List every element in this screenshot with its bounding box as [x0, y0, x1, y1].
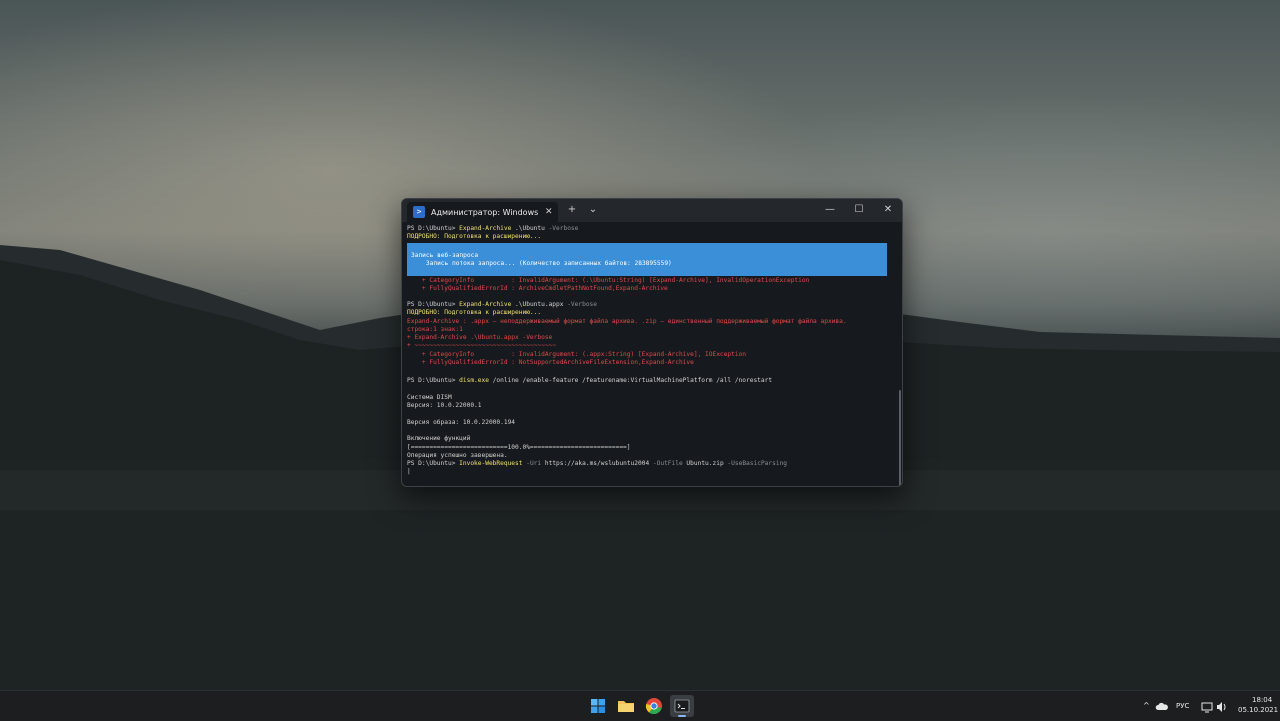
onedrive-icon[interactable] — [1155, 699, 1169, 713]
terminal-output[interactable]: PS D:\Ubuntu> Expand-Archive .\Ubuntu -V… — [402, 222, 902, 486]
clock-time[interactable]: 18:04 — [1252, 696, 1272, 704]
minimize-button[interactable]: — — [820, 199, 840, 222]
network-icon[interactable] — [1200, 699, 1214, 713]
terminal-line: + FullyQualifiedErrorId : ArchiveCmdletP… — [407, 285, 668, 292]
volume-icon[interactable] — [1215, 699, 1229, 713]
chrome-icon[interactable] — [644, 696, 664, 716]
tab-close-icon[interactable]: ✕ — [545, 207, 553, 217]
text-cursor: | — [407, 468, 411, 475]
new-tab-button[interactable]: + — [565, 199, 579, 222]
scrollbar[interactable] — [899, 390, 901, 486]
terminal-line: ПОДРОБНО: Подготовка к расширению... — [407, 233, 542, 240]
title-bar[interactable]: > Администратор: Windows Pow ✕ + ⌄ — ☐ ✕ — [402, 199, 902, 222]
terminal-line: PS D:\Ubuntu> dism.exe /online /enable-f… — [407, 377, 773, 384]
active-indicator — [678, 715, 686, 717]
terminal-app-icon[interactable] — [670, 695, 694, 717]
terminal-line: ПОДРОБНО: Подготовка к расширению... — [407, 309, 542, 316]
start-icon[interactable] — [588, 696, 608, 716]
progress-panel: Запись веб-запроса Запись потока запроса… — [407, 243, 887, 276]
powershell-icon: > — [413, 206, 425, 218]
terminal-line: + ~~~~~~~~~~~~~~~~~~~~~~~~~~~~~~~~~~~~~~ — [407, 342, 557, 349]
terminal-line: Версия: 10.0.22000.1 — [407, 402, 482, 409]
language-indicator[interactable]: РУС — [1176, 702, 1189, 710]
progress-status: Запись потока запроса... (Количество зап… — [411, 260, 672, 267]
powershell-window[interactable]: > Администратор: Windows Pow ✕ + ⌄ — ☐ ✕… — [401, 198, 903, 487]
terminal-line: Включение функций — [407, 435, 471, 442]
maximize-button[interactable]: ☐ — [849, 199, 869, 222]
tray-overflow-icon[interactable]: ^ — [1143, 701, 1150, 710]
taskbar: ^ РУС 18:04 05.10.2021 — [0, 690, 1280, 721]
file-explorer-icon[interactable] — [616, 696, 636, 716]
tab-powershell[interactable]: > Администратор: Windows Pow ✕ — [407, 202, 558, 222]
tab-dropdown-button[interactable]: ⌄ — [586, 199, 600, 222]
terminal-line: Версия образа: 10.0.22000.194 — [407, 419, 516, 426]
close-button[interactable]: ✕ — [878, 199, 898, 222]
terminal-line: + FullyQualifiedErrorId : NotSupportedAr… — [407, 359, 694, 366]
terminal-line: Expand-Archive : .appx — неподдерживаемы… — [407, 318, 847, 325]
clock-date[interactable]: 05.10.2021 — [1238, 706, 1278, 714]
tab-title: Администратор: Windows Pow — [431, 207, 541, 217]
terminal-line: PS D:\Ubuntu> Invoke-WebRequest -Uri htt… — [407, 460, 788, 467]
